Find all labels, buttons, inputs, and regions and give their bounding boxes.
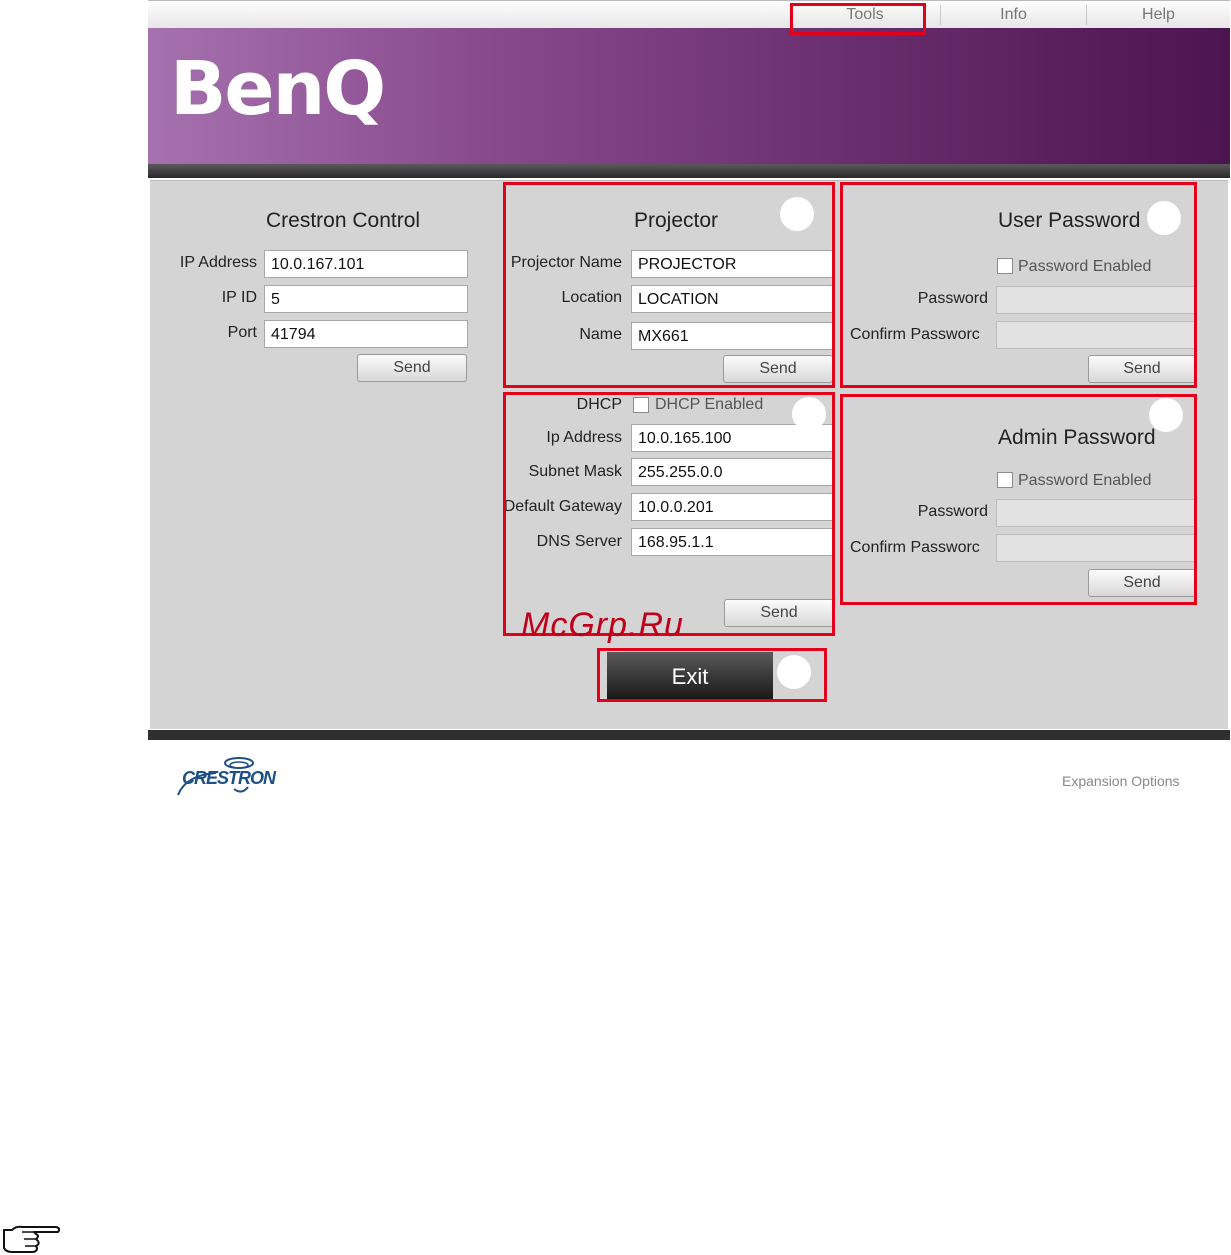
nav-info[interactable]: Info: [941, 4, 1086, 26]
callout-marker: [1149, 398, 1183, 432]
benq-logo: BenQ: [170, 46, 386, 132]
nav-help[interactable]: Help: [1087, 4, 1230, 26]
crestron-port-input[interactable]: 41794: [264, 320, 468, 348]
callout-marker: [792, 397, 826, 431]
crestron-ip-address-input[interactable]: 10.0.167.101: [264, 250, 468, 278]
header-banner: BenQ: [148, 28, 1230, 164]
crestron-ip-id-input[interactable]: 5: [264, 285, 468, 313]
callout-marker: [777, 655, 811, 689]
crestron-logo-text: CRESTRON: [182, 768, 276, 788]
pointing-hand-icon: [3, 1225, 61, 1253]
footer-divider: [148, 730, 1230, 740]
callout-marker: [1147, 201, 1181, 235]
watermark-text: McGrp.Ru: [521, 606, 684, 644]
top-nav: Tools Info Help: [148, 0, 1230, 29]
admin-password-highlight-box: [840, 394, 1197, 605]
network-highlight-box: [503, 392, 835, 636]
expansion-options-link[interactable]: Expansion Options: [1062, 773, 1180, 789]
header-divider: [148, 164, 1230, 178]
user-password-highlight-box: [840, 182, 1197, 388]
callout-marker: [780, 197, 814, 231]
crestron-logo: CRESTRON: [176, 755, 296, 808]
crestron-send-button[interactable]: Send: [357, 354, 467, 382]
ip-id-label: IP ID: [221, 289, 257, 306]
ip-address-label: IP Address: [179, 254, 257, 271]
port-label: Port: [227, 324, 257, 341]
crestron-control-title: Crestron Control: [266, 209, 421, 232]
tools-highlight-box: [790, 3, 926, 35]
